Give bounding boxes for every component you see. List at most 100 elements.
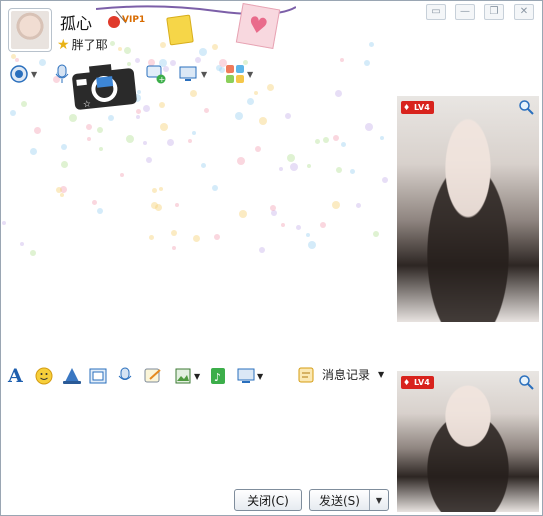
decorative-dot: [192, 131, 196, 135]
local-video-panel[interactable]: LV4: [397, 371, 539, 512]
decorative-dot: [204, 108, 209, 113]
remote-video-panel[interactable]: LV4: [397, 96, 539, 322]
decorative-dot: [382, 177, 388, 183]
decorative-dot: [199, 48, 207, 56]
decorative-dot: [120, 173, 124, 177]
decorative-dot: [146, 157, 152, 163]
decorative-dot: [2, 221, 6, 225]
apps-button[interactable]: ▼: [225, 63, 253, 85]
decorative-dot: [108, 115, 114, 121]
decorative-dot: [247, 98, 254, 105]
decorative-dot: [61, 161, 68, 168]
decorative-dot: [170, 60, 176, 66]
send-button[interactable]: 发送(S): [310, 490, 370, 510]
history-label: 消息记录: [322, 368, 371, 382]
screen-share-button[interactable]: ▼: [237, 366, 263, 386]
decorative-dot: [259, 117, 267, 125]
chevron-down-icon: ▼: [247, 69, 254, 79]
screenshot-button[interactable]: [89, 366, 107, 386]
decorative-dot: [332, 201, 340, 209]
decorative-dot: [335, 90, 342, 97]
contact-signature: ★ 胖了耶: [57, 36, 108, 53]
decorative-camera-icon: ☆: [72, 64, 137, 110]
decorative-dot: [340, 58, 344, 62]
decorative-dot: [190, 90, 197, 97]
decorative-dot: [126, 135, 134, 143]
scribble-button[interactable]: [144, 366, 162, 386]
maximize-button[interactable]: ❐: [484, 4, 504, 20]
decorative-card-icon: [166, 14, 194, 46]
decorative-dot: [373, 231, 379, 237]
decorative-dot: [235, 112, 243, 120]
decorative-dot: [143, 141, 147, 145]
group-chat-button[interactable]: +: [146, 63, 166, 85]
music-button[interactable]: ♪: [210, 366, 226, 386]
decorative-dot: [323, 137, 329, 143]
decorative-dot: [254, 91, 258, 95]
chevron-down-icon: ▼: [257, 371, 264, 381]
minimize-button[interactable]: —: [455, 4, 475, 20]
font-icon: A: [8, 365, 23, 387]
decorative-dot: [212, 44, 218, 50]
wizard-hat-icon: [63, 368, 81, 384]
note-edit-icon: [144, 368, 161, 383]
decorative-dot: [69, 114, 77, 122]
remote-assist-button[interactable]: ▼: [179, 63, 207, 85]
video-call-icon: [10, 65, 28, 83]
send-image-button[interactable]: ▼: [175, 366, 200, 386]
svg-text:♪: ♪: [214, 371, 221, 384]
decorative-dot: [167, 139, 174, 146]
magic-emoji-button[interactable]: [62, 366, 82, 386]
decorative-dot: [320, 222, 326, 228]
decorative-dot: [172, 246, 176, 250]
close-window-button[interactable]: ✕: [514, 4, 534, 20]
send-options-dropdown[interactable]: ▼: [370, 490, 388, 510]
decorative-dot: [365, 123, 373, 131]
decorative-dot: [237, 157, 245, 165]
send-button-group: 发送(S) ▼: [309, 489, 389, 511]
chevron-down-icon: ▼: [31, 69, 38, 79]
decorative-dot: [193, 235, 200, 242]
chevron-down-icon: ▼: [194, 371, 201, 381]
decorative-dot: [175, 203, 179, 207]
decorative-dot: [336, 167, 342, 173]
contact-nickname[interactable]: 孤心: [60, 10, 92, 34]
voice-message-button[interactable]: [117, 366, 133, 386]
vip-badge[interactable]: VIP1: [108, 15, 148, 29]
decorative-dot: [97, 208, 103, 214]
decorative-dot: [160, 123, 168, 131]
decorative-dot: [34, 127, 41, 134]
decorative-dot: [124, 47, 131, 54]
decorative-dot: [118, 47, 122, 51]
message-history-button[interactable]: 消息记录 ▼: [298, 366, 384, 383]
zoom-icon[interactable]: [518, 99, 534, 115]
zoom-icon[interactable]: [518, 374, 534, 390]
minimize-icon: —: [460, 6, 470, 17]
font-button[interactable]: A: [8, 365, 23, 387]
video-call-button[interactable]: ▼: [9, 63, 37, 85]
skin-icon: ▭: [431, 6, 441, 17]
avatar[interactable]: [8, 8, 52, 52]
skin-button[interactable]: ▭: [426, 4, 446, 20]
decorative-dot: [341, 142, 346, 147]
chevron-down-icon: ▼: [378, 370, 385, 379]
video-frame: [397, 96, 539, 322]
emoji-button[interactable]: [35, 366, 53, 386]
message-input[interactable]: [5, 391, 393, 483]
decorative-dot: [136, 115, 140, 119]
decorative-dot: [160, 42, 166, 48]
decorative-dot: [212, 185, 218, 191]
close-button[interactable]: 关闭(C): [234, 489, 302, 511]
decorative-dot: [87, 137, 91, 141]
decorative-dot: [364, 60, 370, 66]
level-badge: LV4: [401, 376, 434, 389]
decorative-dot: [350, 169, 355, 174]
decorative-heart-icon: ♥: [235, 3, 281, 49]
decorative-dot: [86, 124, 92, 130]
decorative-dot: [285, 113, 291, 119]
decorative-dot: [20, 242, 24, 246]
svg-text:+: +: [159, 75, 166, 84]
decorative-dot: [307, 164, 311, 168]
chevron-down-icon: ▼: [201, 69, 208, 79]
decorative-dot: [10, 110, 16, 116]
